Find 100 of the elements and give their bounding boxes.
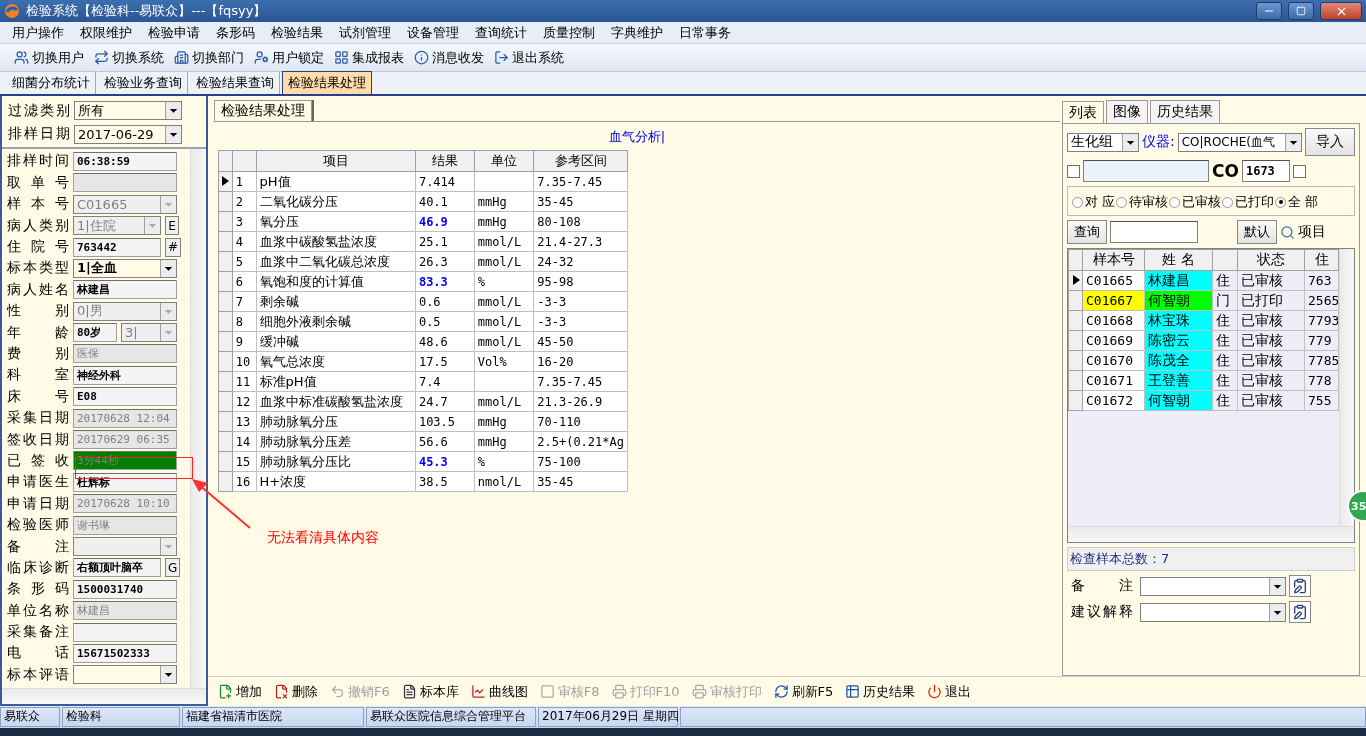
table-cell: mmol/L <box>474 251 534 272</box>
field-button[interactable]: G <box>165 558 181 578</box>
table-cell: mmol/L <box>474 311 534 332</box>
row-indicator[interactable] <box>218 171 233 192</box>
items-link[interactable]: 项目 <box>1280 223 1326 241</box>
table-cell: 氧气总浓度 <box>256 351 416 372</box>
table-cell: 细胞外液剩余碱 <box>256 311 416 332</box>
menu-item[interactable]: 设备管理 <box>399 21 467 44</box>
row-indicator[interactable] <box>1068 270 1083 291</box>
dropdown-field[interactable]: 生化组 <box>1067 132 1139 152</box>
table-cell: 103.5 <box>415 411 475 432</box>
caret-icon <box>165 125 181 143</box>
menu-item[interactable]: 用户操作 <box>4 21 72 44</box>
table-cell: 45.3 <box>415 451 475 472</box>
menu-item[interactable]: 条形码 <box>208 21 263 44</box>
toolbar-button[interactable]: 退出 <box>923 680 976 703</box>
tab[interactable]: 图像 <box>1106 100 1148 123</box>
exit-icon <box>494 50 509 65</box>
input-field[interactable]: 1673 <box>1241 160 1290 182</box>
field-button[interactable]: # <box>165 237 182 257</box>
menu-item[interactable]: 检验申请 <box>140 21 208 44</box>
toolbar-button[interactable]: 用户锁定 <box>250 46 328 69</box>
dropdown-field[interactable] <box>73 665 177 685</box>
input-field[interactable]: 763442 <box>73 237 161 257</box>
toolbar-button[interactable]: 退出系统 <box>490 46 568 69</box>
toolbar-button[interactable]: 标本库 <box>397 680 463 703</box>
input-field[interactable] <box>73 622 177 642</box>
default-button[interactable]: 默认 <box>1237 220 1277 244</box>
toolbar-button[interactable]: 刷新F5 <box>769 680 838 703</box>
input-field[interactable] <box>1083 160 1209 182</box>
dropdown-field[interactable] <box>1140 602 1286 622</box>
input-field[interactable]: 神经外科 <box>73 365 177 385</box>
dropdown-field[interactable]: 1|全血 <box>73 258 177 278</box>
checkbox[interactable] <box>1067 164 1080 178</box>
tab[interactable]: 检验业务查询 <box>98 71 188 94</box>
input-field[interactable]: 15671502333 <box>73 643 177 663</box>
menu-item[interactable]: 查询统计 <box>467 21 535 44</box>
toolbar-button[interactable]: 删除 <box>270 680 322 703</box>
table-header: 结果 <box>415 150 475 172</box>
input-field[interactable]: 06:38:59 <box>73 151 177 171</box>
radio-button[interactable]: 对 应 <box>1072 193 1116 211</box>
radio-button[interactable]: 已审核 <box>1169 193 1222 211</box>
toolbar-button[interactable]: 消息收发 <box>410 46 488 69</box>
edit-button[interactable] <box>1289 601 1311 623</box>
menu-item[interactable]: 权限维护 <box>72 21 140 44</box>
dropdown-field[interactable]: 所有 <box>74 101 182 121</box>
toolbar-button[interactable]: 历史结果 <box>841 680 920 703</box>
radio-button[interactable]: 已打印 <box>1222 193 1275 211</box>
scrollbar[interactable] <box>2 688 206 704</box>
menu-item[interactable]: 字典维护 <box>603 21 671 44</box>
input-field[interactable]: 右额顶叶脑卒 <box>73 558 161 578</box>
table-cell: 7.4 <box>415 371 475 392</box>
tab[interactable]: 历史结果 <box>1150 100 1220 123</box>
document-icon <box>401 684 417 699</box>
field-label: 住 院 号 <box>7 238 69 257</box>
input-field[interactable]: 林建昌 <box>73 280 177 300</box>
input-field[interactable]: 1500031740 <box>73 579 177 599</box>
menu-item[interactable]: 日常事务 <box>671 21 739 44</box>
tab[interactable]: 细菌分布统计 <box>6 71 96 94</box>
tab[interactable]: 检验结果处理 <box>282 71 372 94</box>
toolbar-button[interactable]: 切换系统 <box>90 46 168 69</box>
field-label: 仪器: <box>1142 133 1175 151</box>
maximize-button[interactable] <box>1288 2 1314 20</box>
tab[interactable]: 检验结果查询 <box>190 71 280 94</box>
table-cell: 血浆中二氧化碳总浓度 <box>256 251 416 272</box>
table-cell: 25.1 <box>415 231 475 252</box>
radio-button[interactable]: 待审核 <box>1116 193 1169 211</box>
tab[interactable]: 检验结果处理 <box>214 100 312 121</box>
scrollbar[interactable] <box>1068 526 1354 542</box>
tab[interactable]: 列表 <box>1062 101 1104 124</box>
toolbar-button[interactable]: 增加 <box>214 680 266 703</box>
toolbar-button[interactable]: 曲线图 <box>466 680 532 703</box>
field-label: 标本评语 <box>7 665 69 684</box>
table-cell: 4 <box>232 231 257 252</box>
toolbar-button[interactable]: 切换用户 <box>10 46 88 69</box>
file-plus-icon <box>218 684 233 699</box>
import-button[interactable]: 导入 <box>1304 128 1355 156</box>
checkbox[interactable] <box>1292 164 1306 178</box>
edit-button[interactable] <box>1289 575 1311 597</box>
minimize-button[interactable] <box>1256 2 1282 20</box>
field-label: 病人姓名 <box>7 280 69 299</box>
table-cell: 二氧化碳分压 <box>256 191 416 212</box>
menu-item[interactable]: 试剂管理 <box>331 21 399 44</box>
menu-item[interactable]: 检验结果 <box>263 21 331 44</box>
field-label: 签收日期 <box>7 430 69 449</box>
toolbar-button[interactable]: 集成报表 <box>330 46 408 69</box>
scrollbar[interactable] <box>190 148 206 688</box>
table-cell: 2 <box>232 191 257 212</box>
toolbar-button[interactable]: 切换部门 <box>170 46 248 69</box>
query-button[interactable]: 查询 <box>1067 220 1107 244</box>
table-cell: 8 <box>232 311 257 332</box>
input-field[interactable]: E08 <box>73 387 177 407</box>
menu-item[interactable]: 质量控制 <box>535 21 603 44</box>
radio-button[interactable]: 全 部 <box>1275 193 1319 211</box>
input-field[interactable]: 80岁 <box>73 323 117 343</box>
dropdown-field[interactable]: CO|ROCHE(血气 <box>1177 132 1302 152</box>
dropdown-field[interactable]: 2017-06-29 <box>74 124 182 144</box>
dropdown-field[interactable] <box>1140 576 1286 596</box>
search-field[interactable] <box>1110 221 1198 243</box>
close-button[interactable] <box>1320 2 1362 20</box>
